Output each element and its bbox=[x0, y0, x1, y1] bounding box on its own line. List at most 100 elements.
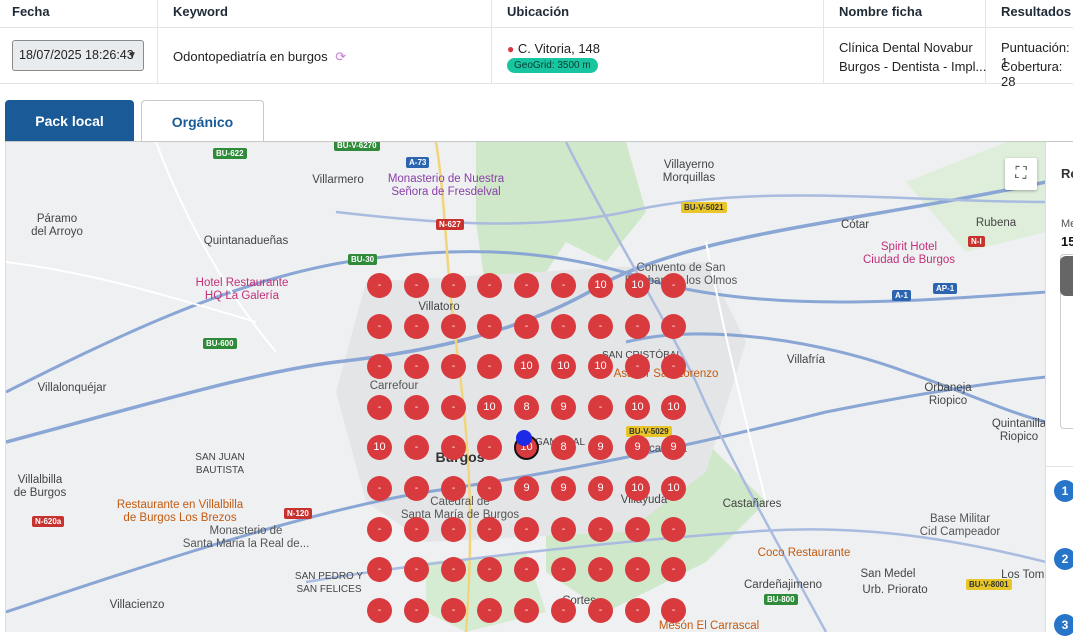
grid-rank-dot[interactable]: - bbox=[367, 314, 392, 339]
grid-rank-dot[interactable]: - bbox=[477, 435, 502, 460]
grid-rank-dot[interactable]: - bbox=[441, 273, 466, 298]
rank-badge[interactable]: 1 bbox=[1054, 480, 1073, 502]
grid-rank-dot[interactable]: 10 bbox=[661, 476, 686, 501]
grid-rank-dot[interactable]: - bbox=[367, 354, 392, 379]
header-nombre-ficha: Nombre ficha bbox=[839, 4, 923, 19]
road-shield: N-120 bbox=[284, 508, 312, 519]
tab-pack-local[interactable]: Pack local bbox=[5, 100, 134, 142]
grid-rank-dot[interactable]: - bbox=[441, 314, 466, 339]
grid-rank-dot[interactable]: - bbox=[625, 354, 650, 379]
grid-rank-dot[interactable]: - bbox=[551, 557, 576, 582]
grid-rank-dot[interactable]: - bbox=[588, 517, 613, 542]
map-label: Spirit Hotel Ciudad de Burgos bbox=[862, 241, 956, 266]
grid-rank-dot[interactable]: 9 bbox=[551, 395, 576, 420]
grid-rank-dot[interactable]: - bbox=[404, 598, 429, 623]
refresh-icon[interactable]: ⟳ bbox=[335, 49, 346, 64]
map-label: Villalbilla de Burgos bbox=[13, 474, 67, 499]
grid-rank-dot[interactable]: - bbox=[367, 598, 392, 623]
grid-rank-dot[interactable]: - bbox=[514, 557, 539, 582]
grid-rank-dot[interactable]: - bbox=[551, 314, 576, 339]
grid-rank-dot[interactable]: - bbox=[477, 598, 502, 623]
grid-rank-dot[interactable]: 10 bbox=[551, 354, 576, 379]
grid-rank-dot[interactable]: 8 bbox=[514, 395, 539, 420]
grid-rank-dot[interactable]: - bbox=[514, 273, 539, 298]
road-shield: BU-V-8001 bbox=[966, 579, 1012, 590]
grid-rank-dot[interactable]: - bbox=[367, 476, 392, 501]
grid-rank-dot[interactable]: - bbox=[588, 557, 613, 582]
grid-rank-dot[interactable]: - bbox=[588, 395, 613, 420]
grid-rank-dot[interactable]: - bbox=[661, 354, 686, 379]
grid-rank-dot[interactable]: - bbox=[404, 314, 429, 339]
grid-rank-dot[interactable]: - bbox=[514, 517, 539, 542]
grid-rank-dot[interactable]: - bbox=[661, 598, 686, 623]
grid-rank-dot[interactable]: - bbox=[367, 557, 392, 582]
grid-rank-dot[interactable]: 10 bbox=[625, 273, 650, 298]
grid-rank-dot[interactable]: - bbox=[441, 517, 466, 542]
grid-rank-dot[interactable]: - bbox=[588, 598, 613, 623]
grid-rank-dot[interactable]: - bbox=[661, 557, 686, 582]
grid-rank-dot[interactable]: - bbox=[551, 273, 576, 298]
grid-rank-dot[interactable]: 9 bbox=[588, 476, 613, 501]
grid-rank-dot[interactable]: - bbox=[477, 476, 502, 501]
grid-rank-dot[interactable]: 8 bbox=[551, 435, 576, 460]
grid-rank-dot[interactable]: - bbox=[404, 476, 429, 501]
grid-rank-dot[interactable]: - bbox=[404, 517, 429, 542]
grid-rank-dot[interactable]: - bbox=[441, 557, 466, 582]
tab-organico[interactable]: Orgánico bbox=[141, 100, 264, 142]
grid-rank-dot[interactable]: - bbox=[625, 557, 650, 582]
scrollbar-thumb[interactable] bbox=[1060, 256, 1073, 296]
grid-rank-dot[interactable]: - bbox=[404, 435, 429, 460]
grid-rank-dot[interactable]: - bbox=[441, 435, 466, 460]
grid-rank-dot[interactable]: - bbox=[404, 273, 429, 298]
grid-rank-dot[interactable]: - bbox=[661, 273, 686, 298]
grid-rank-dot[interactable]: - bbox=[661, 517, 686, 542]
grid-rank-dot[interactable]: - bbox=[514, 598, 539, 623]
rank-badge[interactable]: 2 bbox=[1054, 548, 1073, 570]
grid-rank-dot[interactable]: 9 bbox=[661, 435, 686, 460]
grid-rank-dot[interactable]: - bbox=[661, 314, 686, 339]
grid-rank-dot[interactable]: - bbox=[551, 598, 576, 623]
grid-rank-dot[interactable]: 10 bbox=[625, 395, 650, 420]
grid-rank-dot[interactable]: - bbox=[404, 354, 429, 379]
grid-rank-dot[interactable]: - bbox=[551, 517, 576, 542]
date-select[interactable]: 18/07/2025 18:26:43 ▼ bbox=[12, 40, 144, 71]
grid-rank-dot[interactable]: - bbox=[477, 273, 502, 298]
fullscreen-icon[interactable]: ⛶ bbox=[1005, 158, 1037, 190]
grid-rank-dot[interactable]: - bbox=[625, 517, 650, 542]
date-select-value: 18/07/2025 18:26:43 bbox=[19, 48, 134, 62]
road-shield: BU-622 bbox=[213, 148, 247, 159]
grid-rank-dot[interactable]: - bbox=[367, 517, 392, 542]
grid-rank-dot[interactable]: - bbox=[477, 517, 502, 542]
grid-rank-dot[interactable]: - bbox=[441, 395, 466, 420]
grid-rank-dot[interactable]: 9 bbox=[514, 476, 539, 501]
grid-rank-dot[interactable]: - bbox=[588, 314, 613, 339]
rank-badge[interactable]: 3 bbox=[1054, 614, 1073, 636]
grid-rank-dot[interactable]: - bbox=[441, 354, 466, 379]
grid-rank-dot[interactable]: - bbox=[477, 354, 502, 379]
grid-rank-dot[interactable]: 10 bbox=[514, 354, 539, 379]
grid-rank-dot[interactable]: 9 bbox=[588, 435, 613, 460]
grid-rank-dot[interactable]: 10 bbox=[661, 395, 686, 420]
grid-rank-dot[interactable]: - bbox=[404, 557, 429, 582]
grid-rank-dot[interactable]: 10 bbox=[588, 273, 613, 298]
grid-rank-dot[interactable]: 9 bbox=[625, 435, 650, 460]
grid-rank-dot[interactable]: - bbox=[514, 314, 539, 339]
grid-rank-dot[interactable]: - bbox=[625, 314, 650, 339]
grid-rank-dot[interactable]: 10 bbox=[625, 476, 650, 501]
grid-rank-dot[interactable]: - bbox=[477, 557, 502, 582]
keyword-text: Odontopediatría en burgos bbox=[173, 49, 328, 64]
grid-rank-dot[interactable]: 10 bbox=[588, 354, 613, 379]
grid-rank-dot[interactable]: - bbox=[441, 476, 466, 501]
map-label: SAN PEDRO Y SAN FELICES bbox=[294, 571, 364, 595]
map-canvas[interactable]: Villarmero Monasterio de Nuestra Señora … bbox=[5, 142, 1045, 632]
grid-rank-dot[interactable]: - bbox=[404, 395, 429, 420]
grid-rank-dot[interactable]: - bbox=[477, 314, 502, 339]
grid-rank-dot[interactable]: 10 bbox=[477, 395, 502, 420]
grid-rank-dot[interactable]: 9 bbox=[551, 476, 576, 501]
grid-rank-dot[interactable]: - bbox=[625, 598, 650, 623]
grid-rank-dot[interactable]: 10 bbox=[367, 435, 392, 460]
grid-rank-dot[interactable]: - bbox=[367, 395, 392, 420]
grid-rank-dot[interactable]: - bbox=[441, 598, 466, 623]
chevron-down-icon: ▼ bbox=[127, 50, 137, 61]
grid-rank-dot[interactable]: - bbox=[367, 273, 392, 298]
